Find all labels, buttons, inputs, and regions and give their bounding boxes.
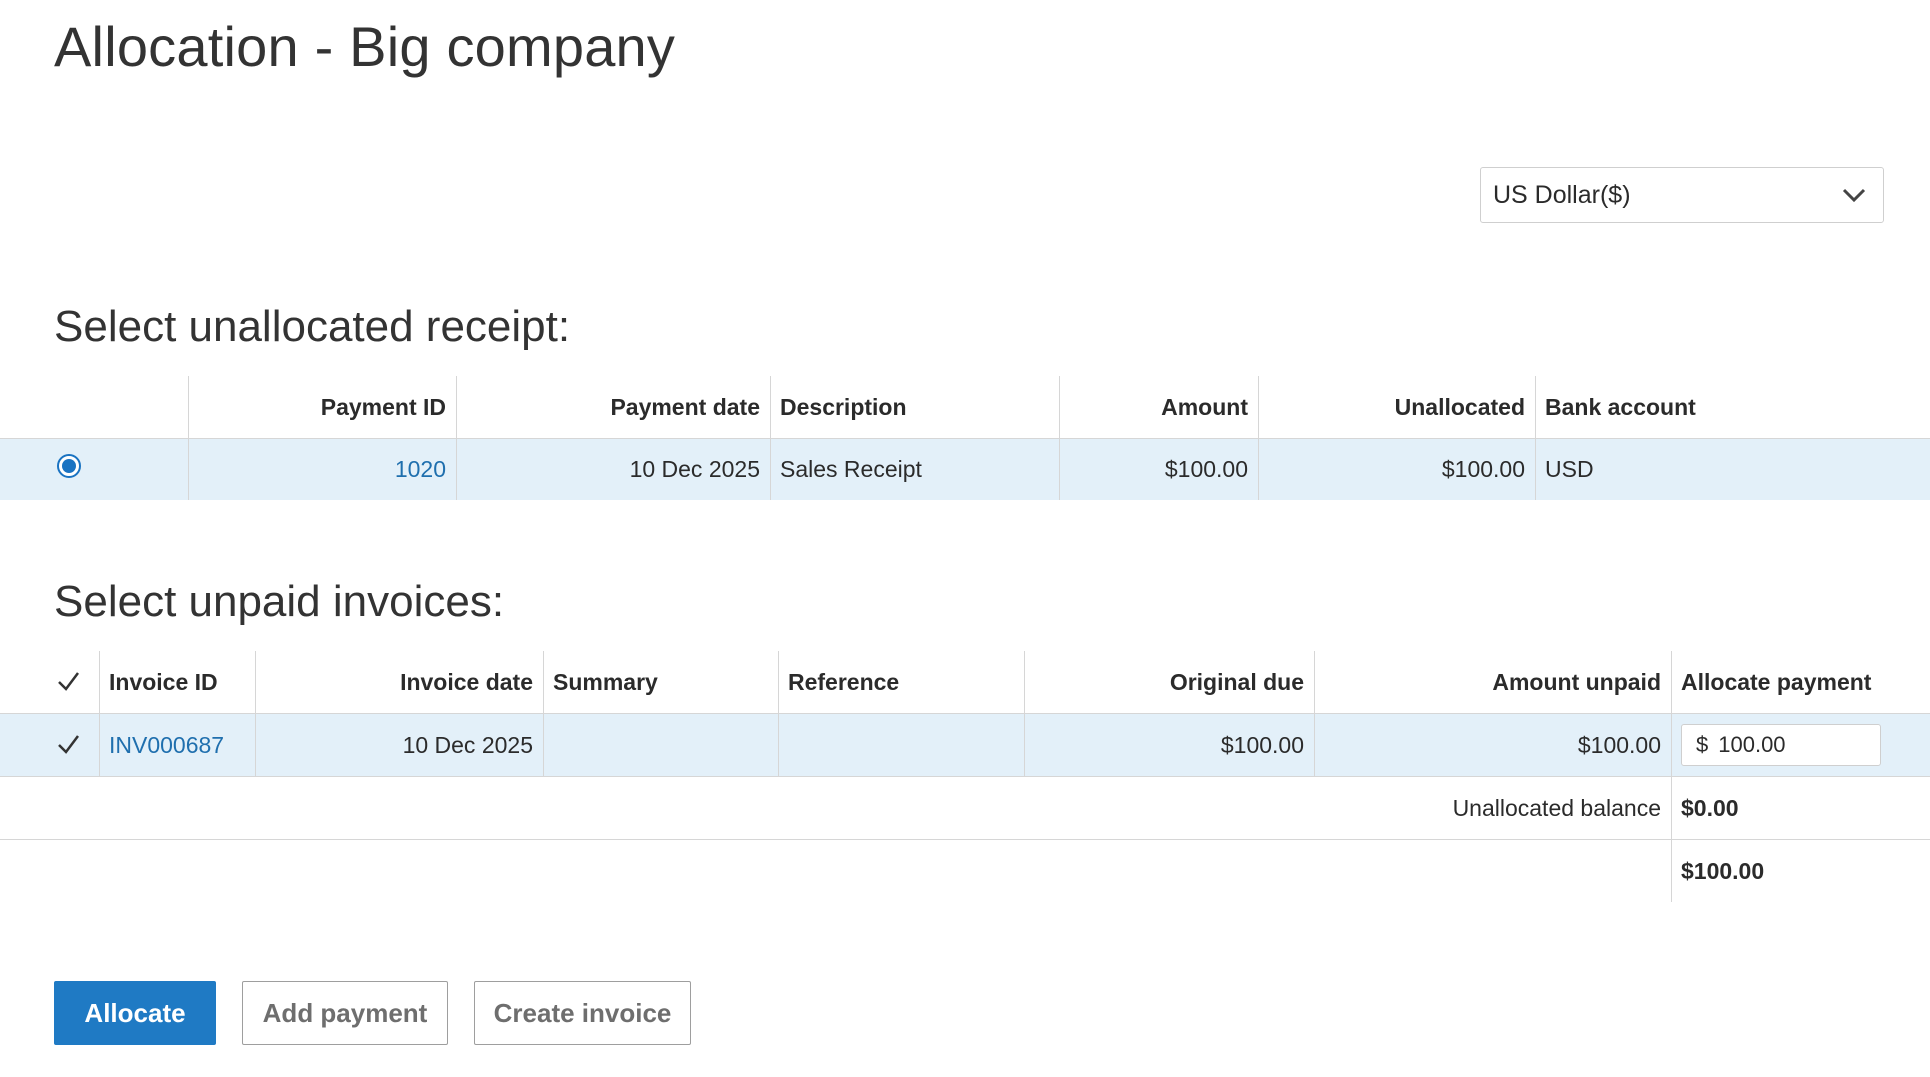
divider [456, 376, 457, 500]
invoice-id-link[interactable]: INV000687 [109, 732, 224, 759]
col-amount[interactable]: Amount [1059, 376, 1258, 438]
allocate-payment-value: 100.00 [1718, 732, 1786, 757]
divider [1314, 651, 1315, 776]
invoice-summary [543, 714, 778, 776]
receipt-description: Sales Receipt [780, 456, 922, 482]
currency-symbol: $ [1696, 732, 1709, 757]
divider [188, 376, 189, 500]
divider [1671, 651, 1672, 902]
receipt-payment-id[interactable]: 1020 [188, 439, 456, 500]
invoice-id-cell[interactable]: INV000687 [99, 714, 255, 776]
col-invoice-id[interactable]: Invoice ID [99, 651, 255, 713]
create-invoice-button[interactable]: Create invoice [474, 981, 691, 1045]
col-reference[interactable]: Reference [778, 651, 1024, 713]
receipts-select-header [0, 376, 188, 438]
col-payment-id[interactable]: Payment ID [188, 376, 456, 438]
divider [1059, 376, 1060, 500]
invoice-checkbox[interactable] [56, 733, 80, 757]
receipt-radio-cell[interactable] [0, 439, 137, 493]
add-payment-button[interactable]: Add payment [242, 981, 448, 1045]
divider [99, 651, 100, 776]
payment-id-link[interactable]: 1020 [395, 456, 446, 483]
col-original-due[interactable]: Original due [1024, 651, 1314, 713]
divider [543, 651, 544, 776]
select-all-checkbox[interactable] [56, 670, 80, 694]
receipt-amount: $100.00 [1164, 456, 1248, 482]
invoice-original-due: $100.00 [1220, 731, 1304, 758]
unallocated-balance-value: $0.00 [1681, 794, 1739, 821]
unallocated-balance-row: Unallocated balance $0.00 [0, 777, 1930, 839]
receipts-section-title: Select unallocated receipt: [54, 302, 571, 351]
allocate-payment-cell: $ 100.00 [1671, 714, 1930, 776]
col-allocate-payment: Allocate payment [1681, 668, 1872, 695]
invoices-section-title: Select unpaid invoices: [54, 577, 505, 626]
receipt-payment-date: 10 Dec 2025 [629, 456, 760, 482]
total-row: $100.00 [0, 840, 1930, 902]
receipt-row[interactable]: 1020 10 Dec 2025 Sales Receipt $100.00 $… [0, 439, 1930, 500]
receipts-table: Payment ID Payment date Description Amou… [0, 376, 1930, 500]
col-unallocated[interactable]: Unallocated [1258, 376, 1535, 438]
invoice-date: 10 Dec 2025 [402, 731, 533, 758]
receipt-unallocated: $100.00 [1441, 456, 1525, 482]
divider [1258, 376, 1259, 500]
receipts-header-row: Payment ID Payment date Description Amou… [0, 376, 1930, 438]
invoices-header-row: Invoice ID Invoice date Summary Referenc… [0, 651, 1930, 713]
divider [255, 651, 256, 776]
currency-select[interactable]: US Dollar($) [1480, 167, 1884, 223]
divider [1024, 651, 1025, 776]
col-payment-date[interactable]: Payment date [456, 376, 770, 438]
allocate-button[interactable]: Allocate [54, 981, 216, 1045]
unallocated-balance-label: Unallocated balance [1452, 794, 1661, 821]
chevron-down-icon [1842, 188, 1866, 203]
invoices-table: Invoice ID Invoice date Summary Referenc… [0, 651, 1930, 902]
receipt-bank-account: USD [1545, 456, 1594, 482]
receipt-radio[interactable] [56, 454, 81, 478]
col-amount-unpaid[interactable]: Amount unpaid [1314, 651, 1671, 713]
invoice-reference [778, 714, 1024, 776]
currency-select-value: US Dollar($) [1493, 180, 1631, 209]
divider [770, 376, 771, 500]
col-bank-account[interactable]: Bank account [1535, 376, 1930, 438]
invoice-amount-unpaid: $100.00 [1577, 731, 1661, 758]
col-summary[interactable]: Summary [543, 651, 778, 713]
allocate-payment-input[interactable]: $ 100.00 [1681, 724, 1881, 766]
divider [778, 651, 779, 776]
col-invoice-date[interactable]: Invoice date [255, 651, 543, 713]
allocation-total-value: $100.00 [1681, 857, 1765, 884]
col-description[interactable]: Description [770, 376, 1059, 438]
invoice-row[interactable]: INV000687 10 Dec 2025 $100.00 $100.00 $ … [0, 714, 1930, 776]
page-title: Allocation - Big company [54, 15, 676, 78]
divider [1535, 376, 1536, 500]
